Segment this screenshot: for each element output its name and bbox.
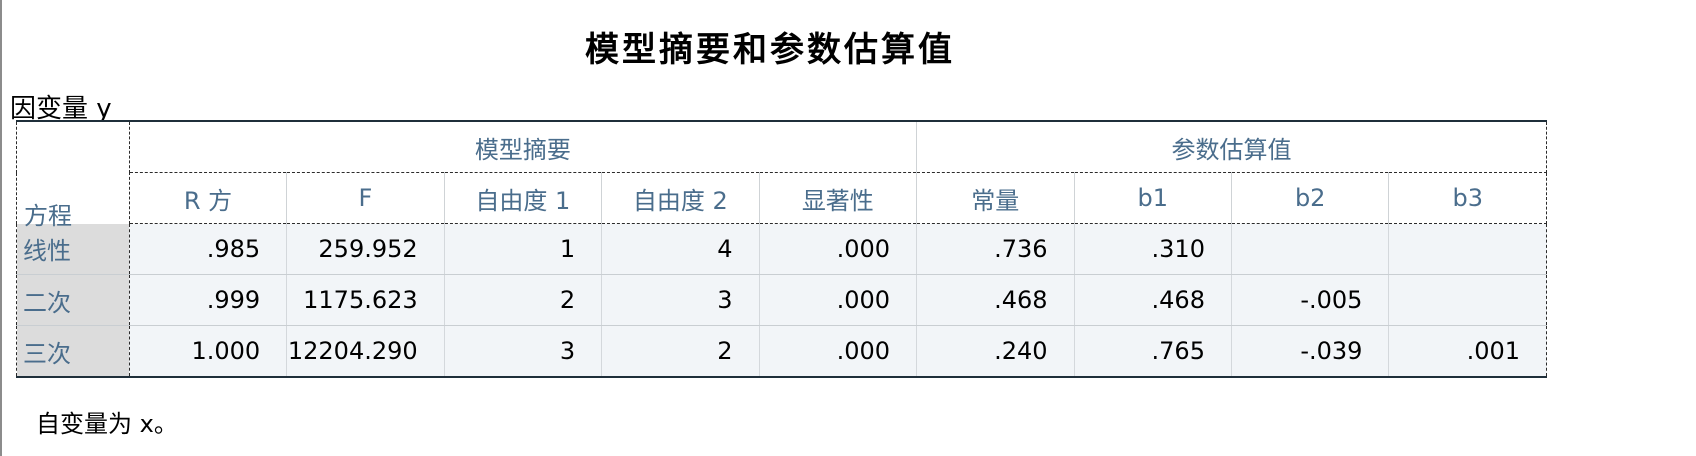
cell-b1: .765 — [1074, 325, 1232, 378]
column-header-row: R 方 F 自由度 1 自由度 2 显著性 常量 b1 b2 b3 — [17, 172, 1547, 224]
col-header-f: F — [286, 172, 445, 224]
cell-constant: .736 — [916, 223, 1075, 275]
cell-df1: 2 — [444, 274, 603, 326]
cell-sig: .000 — [759, 223, 918, 275]
col-header-sig: 显著性 — [759, 172, 918, 224]
table-row: 二次 .999 1175.623 2 3 .000 .468 .468 -.00… — [16, 274, 1547, 326]
col-header-df1: 自由度 1 — [444, 172, 603, 224]
cell-b3 — [1388, 223, 1547, 275]
cell-b2: -.039 — [1231, 325, 1390, 378]
cell-df2: 2 — [601, 325, 760, 378]
table-row: 三次 1.000 12204.290 3 2 .000 .240 .765 -.… — [16, 325, 1547, 378]
col-header-constant: 常量 — [916, 172, 1075, 224]
group-header-row: 模型摘要 参数估算值 — [16, 120, 1547, 224]
cell-sig: .000 — [759, 325, 918, 378]
cell-b3 — [1388, 274, 1547, 326]
cell-b2 — [1231, 223, 1390, 275]
table-title: 模型摘要和参数估算值 — [585, 30, 955, 70]
cell-b2: -.005 — [1231, 274, 1390, 326]
cell-r-square: .985 — [129, 223, 288, 275]
cell-r-square: .999 — [129, 274, 288, 326]
cell-b1: .310 — [1074, 223, 1232, 275]
cell-constant: .468 — [916, 274, 1075, 326]
cell-df2: 4 — [601, 223, 760, 275]
col-header-r-square: R 方 — [129, 172, 288, 224]
footnote: 自变量为 x。 — [36, 410, 178, 438]
cell-b3: .001 — [1388, 325, 1547, 378]
table-row: 线性 .985 259.952 1 4 .000 .736 .310 — [16, 223, 1547, 275]
group-header-parameters: 参数估算值 — [916, 120, 1547, 173]
cell-r-square: 1.000 — [129, 325, 288, 378]
group-header-model-summary: 模型摘要 — [129, 120, 917, 173]
cell-f: 12204.290 — [286, 325, 445, 378]
cell-b1: .468 — [1074, 274, 1232, 326]
row-label-cubic: 三次 — [16, 325, 130, 378]
col-header-df2: 自由度 2 — [601, 172, 760, 224]
cell-sig: .000 — [759, 274, 918, 326]
cell-df1: 1 — [444, 223, 603, 275]
cell-f: 259.952 — [286, 223, 445, 275]
col-header-b2: b2 — [1231, 172, 1390, 224]
row-label-linear: 线性 — [16, 223, 130, 275]
col-header-equation: 方程 — [24, 202, 72, 230]
col-header-b1: b1 — [1074, 172, 1232, 224]
row-label-quadratic: 二次 — [16, 274, 130, 326]
cell-f: 1175.623 — [286, 274, 445, 326]
model-summary-table: 模型摘要 参数估算值 R 方 F 自由度 1 自由度 2 显著性 常量 b1 b… — [16, 120, 1547, 378]
col-header-b3: b3 — [1388, 172, 1547, 224]
cell-df2: 3 — [601, 274, 760, 326]
cell-df1: 3 — [444, 325, 603, 378]
cell-constant: .240 — [916, 325, 1075, 378]
